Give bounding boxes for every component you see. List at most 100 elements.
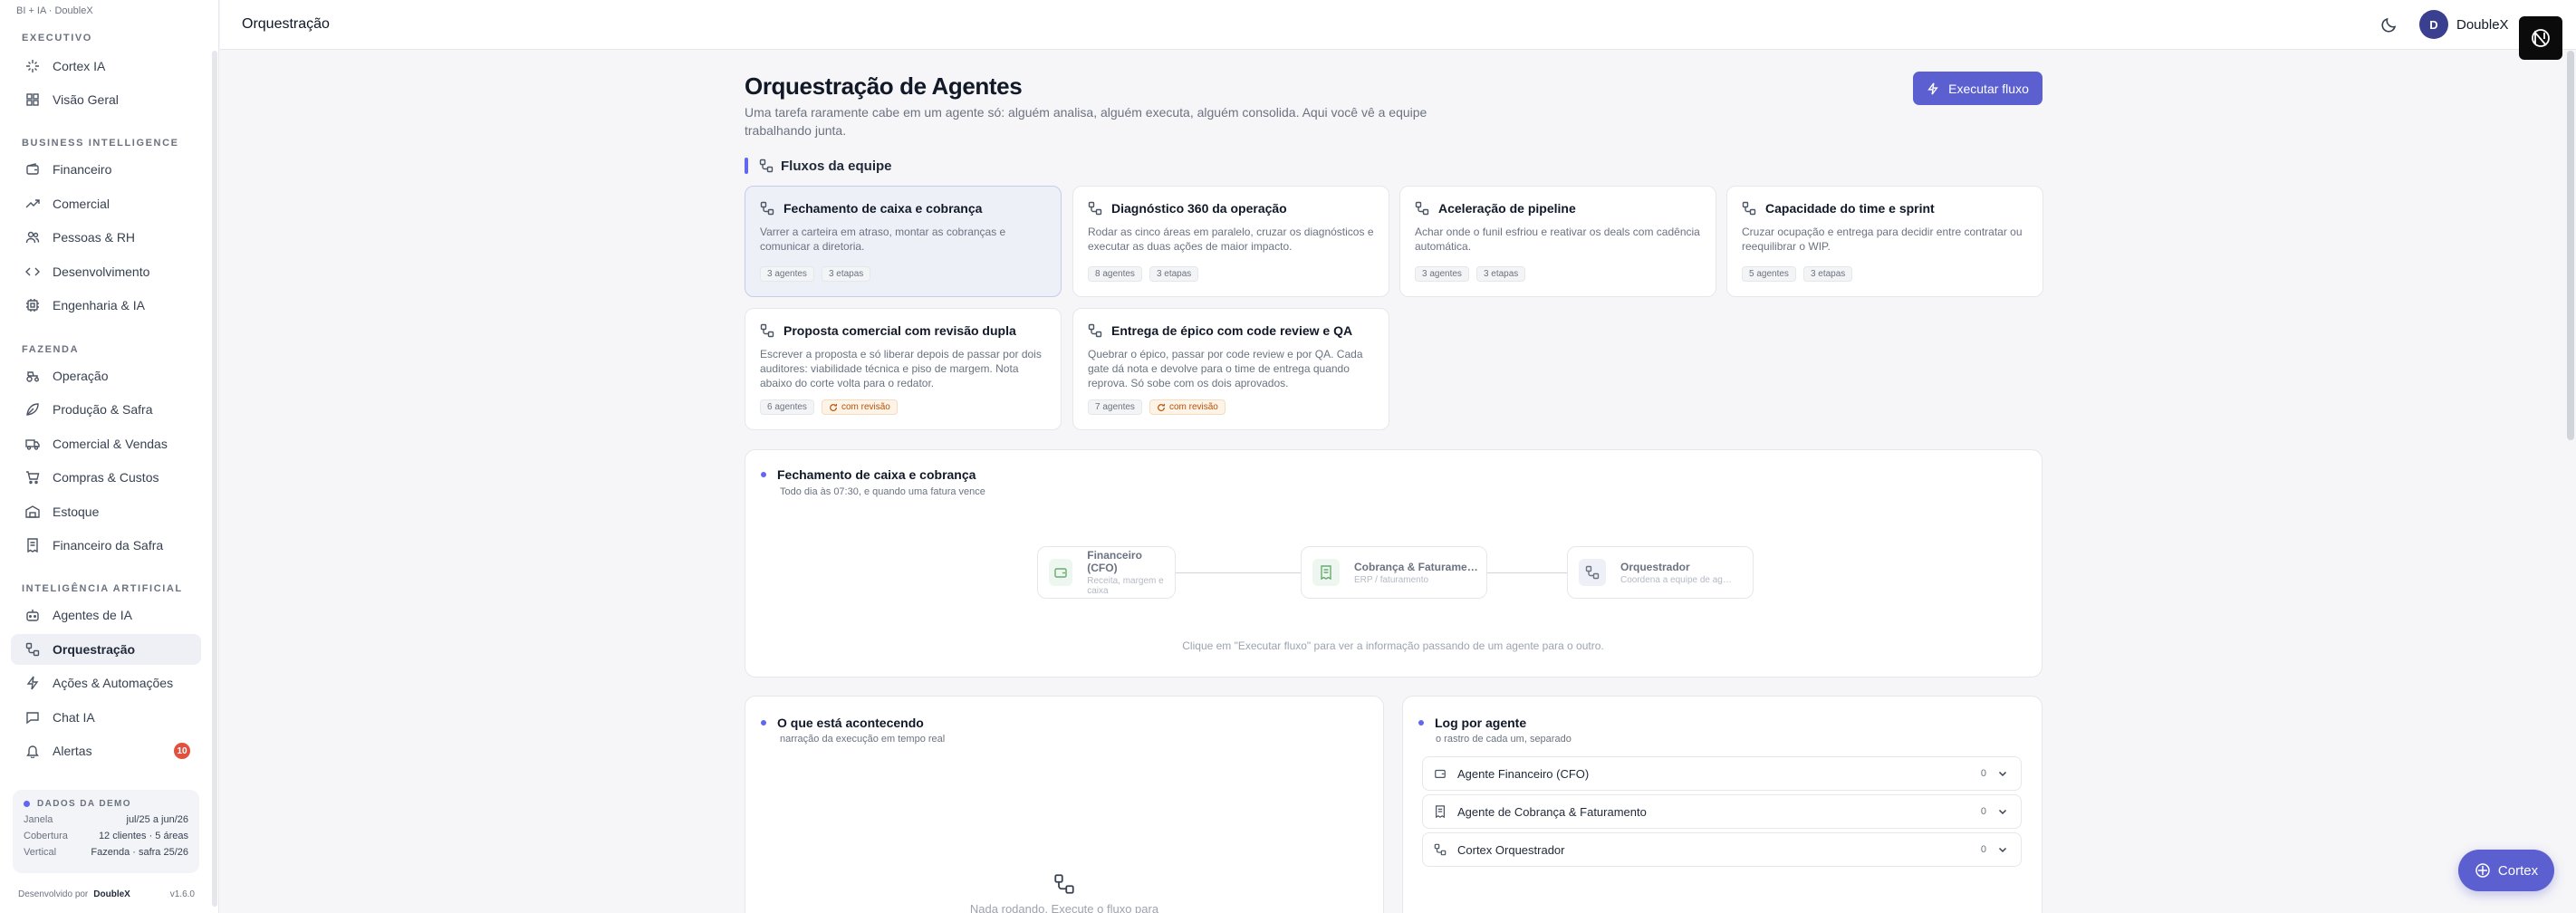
log-row-financeiro[interactable]: Agente Financeiro (CFO) 0 <box>1422 756 2022 791</box>
empty-state-text: Nada rodando. Execute o fluxo para <box>969 902 1159 913</box>
wallet-icon <box>1054 568 1067 578</box>
chevron-down-icon <box>1998 809 2007 815</box>
flow-node-financeiro[interactable]: Financeiro (CFO) Receita, margem e caixa <box>1037 546 1176 599</box>
sidebar-item-producao-safra[interactable]: Produção & Safra <box>11 394 201 425</box>
sidebar-item-orquestracao[interactable]: Orquestração <box>11 634 201 665</box>
sidebar-item-label: Financeiro da Safra <box>53 538 164 553</box>
developer-name: DoubleX <box>93 889 130 899</box>
sidebar-item-pessoas-rh[interactable]: Pessoas & RH <box>11 222 201 253</box>
activity-title: O que está acontecendo <box>761 716 924 730</box>
sidebar-item-estoque[interactable]: Estoque <box>11 496 201 527</box>
sidebar-item-alertas[interactable]: Alertas 10 <box>11 735 201 766</box>
avatar[interactable]: D <box>2419 10 2448 39</box>
sidebar-item-visao-geral[interactable]: Visão Geral <box>11 84 201 115</box>
node-title: Orquestrador <box>1620 560 1690 573</box>
flow-card-desc: Cruzar ocupação e entrega para decidir e… <box>1742 226 2023 253</box>
flow-card-diagnostico[interactable]: Diagnóstico 360 da operação Rodar as cin… <box>1072 186 1389 297</box>
chevron-down-icon <box>1998 771 2007 777</box>
bell-icon <box>26 745 39 758</box>
flow-card-desc: Varrer a carteira em atraso, montar as c… <box>760 226 1006 253</box>
flow-diagram-title: Fechamento de caixa e cobrança <box>761 467 976 482</box>
review-chip: com revisão <box>1149 399 1226 415</box>
sidebar-item-comercial[interactable]: Comercial <box>11 188 201 219</box>
sidebar-item-financeiro[interactable]: Financeiro <box>11 154 201 185</box>
flow-card-desc: Achar onde o funil esfriou e reativar os… <box>1415 226 1700 253</box>
flow-node-orquestrador[interactable]: Orquestrador Coordena a equipe de ag… <box>1567 546 1754 599</box>
section-label-bi: BUSINESS INTELLIGENCE <box>22 138 179 149</box>
node-title: Cobrança & Faturame… <box>1354 560 1478 573</box>
status-dot <box>24 801 30 807</box>
run-flow-button[interactable]: Executar fluxo <box>1913 72 2043 105</box>
log-row-label: Cortex Orquestrador <box>1457 842 1565 857</box>
workflow-icon <box>760 201 774 216</box>
sidebar-item-label: Compras & Custos <box>53 470 159 485</box>
framework-logo-icon[interactable] <box>2519 16 2562 60</box>
flow-card-capacidade[interactable]: Capacidade do time e sprint Cruzar ocupa… <box>1726 186 2043 297</box>
page-subtitle: Uma tarefa raramente cabe em um agente s… <box>745 105 1427 138</box>
agents-chip: 6 agentes <box>760 399 814 415</box>
sidebar-scrollbar[interactable] <box>212 51 217 907</box>
sidebar: BI + IA · DoubleX EXECUTIVO Cortex IA Vi… <box>0 0 219 913</box>
sidebar-item-cortex-ia[interactable]: Cortex IA <box>11 51 201 82</box>
flow-node-cobranca[interactable]: Cobrança & Faturame… ERP / faturamento <box>1301 546 1487 599</box>
agents-chip: 7 agentes <box>1088 399 1142 415</box>
tractor-icon <box>26 371 39 382</box>
user-name[interactable]: DoubleX <box>2456 17 2509 33</box>
flow-card-proposta[interactable]: Proposta comercial com revisão dupla Esc… <box>745 308 1062 430</box>
sidebar-item-compras-custos[interactable]: Compras & Custos <box>11 462 201 493</box>
flow-connector <box>1487 572 1567 573</box>
page-scrollbar[interactable] <box>2567 51 2574 440</box>
flows-section-heading: Fluxos da equipe <box>745 157 892 175</box>
section-label-executivo: EXECUTIVO <box>22 33 92 43</box>
agents-chip: 5 agentes <box>1742 266 1796 282</box>
agents-chip: 3 agentes <box>1415 266 1469 282</box>
sidebar-item-label: Cortex IA <box>53 59 106 73</box>
workflow-icon <box>1415 201 1429 216</box>
refresh-icon <box>830 403 837 411</box>
sidebar-item-financeiro-safra[interactable]: Financeiro da Safra <box>11 530 201 561</box>
flow-card-title: Diagnóstico 360 da operação <box>1111 201 1287 216</box>
sidebar-item-operacao[interactable]: Operação <box>11 360 201 391</box>
agents-chip: 8 agentes <box>1088 266 1142 282</box>
log-row-cobranca[interactable]: Agente de Cobrança & Faturamento 0 <box>1422 794 2022 829</box>
log-row-count: 0 <box>1980 806 1986 817</box>
refresh-icon <box>1158 403 1165 411</box>
section-accent-bar <box>745 158 748 174</box>
sidebar-item-acoes-automacoes[interactable]: Ações & Automações <box>11 668 201 698</box>
users-icon <box>25 231 40 244</box>
cortex-chat-button[interactable]: Cortex <box>2458 850 2554 891</box>
sidebar-item-chat-ia[interactable]: Chat IA <box>11 702 201 733</box>
sparkle-icon <box>2475 863 2490 878</box>
receipt-icon <box>1321 565 1331 580</box>
log-row-orquestrador[interactable]: Cortex Orquestrador 0 <box>1422 832 2022 867</box>
status-dot <box>761 472 766 477</box>
flow-card-aceleracao[interactable]: Aceleração de pipeline Achar onde o funi… <box>1399 186 1716 297</box>
chat-icon <box>26 712 39 725</box>
agents-chip: 3 agentes <box>760 266 814 282</box>
status-dot <box>1418 720 1424 726</box>
sidebar-footer: Desenvolvido por DoubleX v1.6.0 <box>18 889 195 899</box>
sidebar-item-desenvolvimento[interactable]: Desenvolvimento <box>11 256 201 287</box>
warehouse-icon <box>25 505 40 518</box>
sidebar-item-agentes-ia[interactable]: Agentes de IA <box>11 600 201 630</box>
flow-card-fechamento[interactable]: Fechamento de caixa e cobrança Varrer a … <box>745 186 1062 297</box>
sidebar-item-engenharia-ia[interactable]: Engenharia & IA <box>11 290 201 321</box>
moon-icon[interactable] <box>2380 15 2398 34</box>
node-subtitle: Coordena a equipe de ag… <box>1620 574 1732 585</box>
sidebar-item-label: Engenharia & IA <box>53 298 145 312</box>
agent-log-subtitle: o rastro de cada um, separado <box>1436 734 1572 745</box>
log-row-label: Agente de Cobrança & Faturamento <box>1457 804 1647 819</box>
receipt-icon <box>1436 805 1445 818</box>
zap-icon <box>26 676 39 690</box>
receipt-icon <box>27 538 38 553</box>
cart-icon <box>26 471 40 485</box>
run-hint-text: Clique em "Executar fluxo" para ver a in… <box>1182 639 1604 652</box>
sidebar-item-comercial-vendas[interactable]: Comercial & Vendas <box>11 428 201 459</box>
truck-icon <box>25 439 40 450</box>
flow-card-title: Entrega de épico com code review e QA <box>1111 323 1353 338</box>
demo-row: Vertical Fazenda · safra 25/26 <box>24 847 188 858</box>
alerts-count-badge: 10 <box>174 743 190 759</box>
sidebar-item-label: Agentes de IA <box>53 608 132 622</box>
flow-card-entrega-epico[interactable]: Entrega de épico com code review e QA Qu… <box>1072 308 1389 430</box>
workflow-icon <box>1088 201 1102 216</box>
